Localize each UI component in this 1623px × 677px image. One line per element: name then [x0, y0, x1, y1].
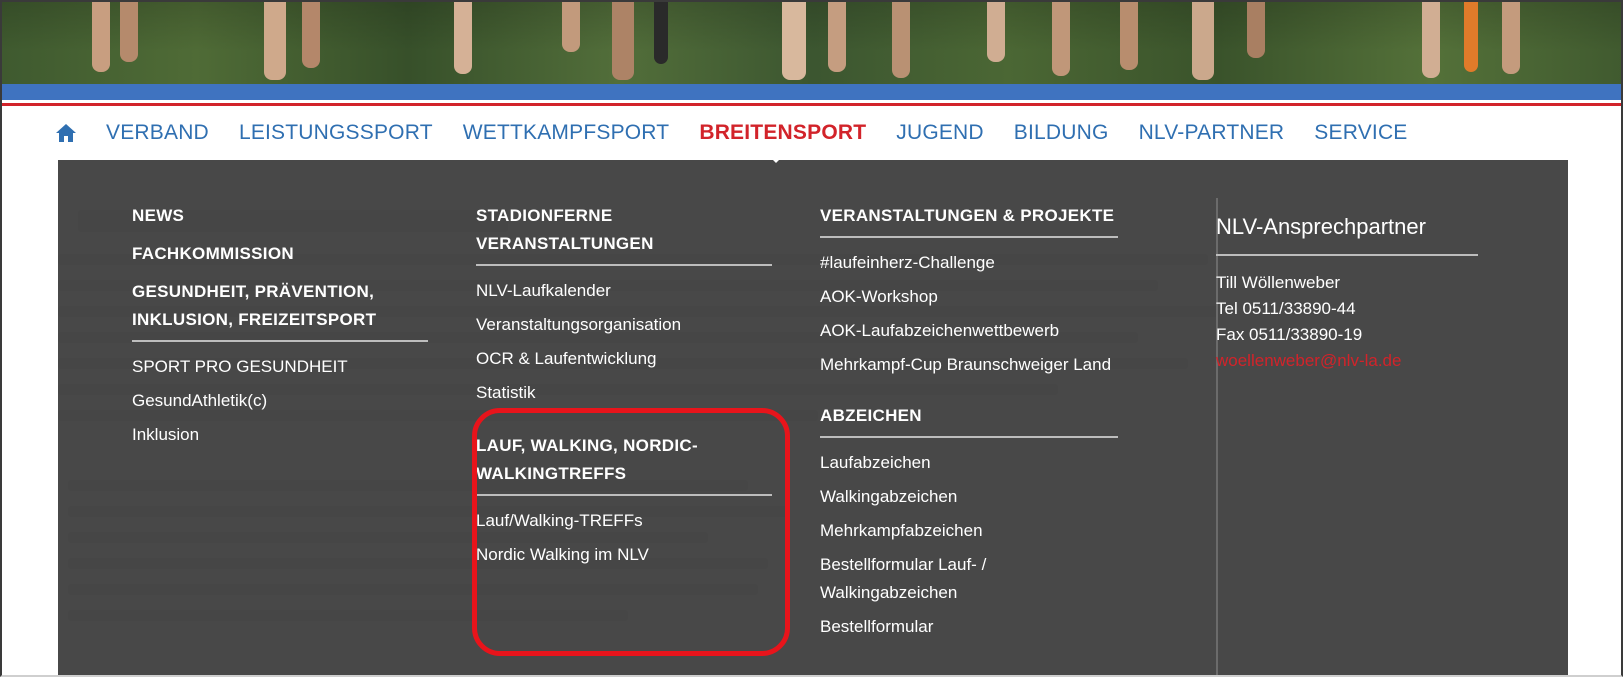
menu-head-news[interactable]: NEWS: [132, 202, 428, 230]
contact-tel: Tel 0511/33890-44: [1216, 299, 1356, 318]
menu-link-mehrkampfabzeichen[interactable]: Mehrkampfabzeichen: [820, 514, 1118, 548]
menu-link-statistik[interactable]: Statistik: [476, 376, 772, 410]
menu-link-gesundathletik[interactable]: GesundAthletik(c): [132, 384, 428, 418]
menu-link-lauf-walking-treffs[interactable]: Lauf/Walking-TREFFs: [476, 504, 772, 538]
browser-frame: VERBAND LEISTUNGSSPORT WETTKAMPFSPORT BR…: [0, 0, 1623, 677]
contact-divider: [1216, 254, 1478, 256]
menu-column-3: VERANSTALTUNGEN & PROJEKTE #laufeinherz-…: [820, 202, 1118, 644]
menu-divider: [132, 340, 428, 342]
contact-fax: Fax 0511/33890-19: [1216, 325, 1363, 344]
nav-item-nlv-partner[interactable]: NLV-PARTNER: [1139, 121, 1285, 145]
menu-link-bestellformular-lauf-walking[interactable]: Bestellformular Lauf- / Walkingabzeichen: [820, 548, 1030, 610]
nav-item-bildung[interactable]: BILDUNG: [1014, 121, 1109, 145]
breitensport-mega-menu: NEWS FACHKOMMISSION GESUNDHEIT, PRÄVENTI…: [58, 160, 1568, 675]
menu-link-inklusion[interactable]: Inklusion: [132, 418, 428, 452]
menu-link-veranstaltungsorganisation[interactable]: Veranstaltungsorganisation: [476, 308, 772, 342]
menu-link-walkingabzeichen[interactable]: Walkingabzeichen: [820, 480, 1118, 514]
menu-link-laufeinherz[interactable]: #laufeinherz-Challenge: [820, 246, 1118, 280]
menu-link-nlv-laufkalender[interactable]: NLV-Laufkalender: [476, 274, 772, 308]
header-stripe-blue: [2, 84, 1621, 100]
active-nav-caret: [767, 154, 785, 163]
hero-image: [2, 2, 1621, 84]
menu-head-stadionferne[interactable]: STADIONFERNE VERANSTALTUNGEN: [476, 202, 772, 258]
menu-link-ocr-laufentwicklung[interactable]: OCR & Laufentwicklung: [476, 342, 772, 376]
home-icon[interactable]: [54, 122, 78, 144]
nav-item-verband[interactable]: VERBAND: [106, 121, 209, 145]
menu-head-gesundheit[interactable]: GESUNDHEIT, PRÄVENTION, INKLUSION, FREIZ…: [132, 278, 428, 334]
nav-item-jugend[interactable]: JUGEND: [896, 121, 984, 145]
menu-column-2: STADIONFERNE VERANSTALTUNGEN NLV-Laufkal…: [476, 202, 772, 572]
contact-title: NLV-Ansprechpartner: [1216, 214, 1426, 239]
menu-link-mehrkampf-cup[interactable]: Mehrkampf-Cup Braunschweiger Land: [820, 348, 1118, 382]
nav-item-breitensport[interactable]: BREITENSPORT: [699, 121, 866, 145]
menu-column-1: NEWS FACHKOMMISSION GESUNDHEIT, PRÄVENTI…: [132, 202, 428, 452]
main-nav: VERBAND LEISTUNGSSPORT WETTKAMPFSPORT BR…: [2, 106, 1621, 160]
menu-divider: [476, 494, 772, 496]
menu-divider: [476, 264, 772, 266]
nav-item-leistungssport[interactable]: LEISTUNGSSPORT: [239, 121, 433, 145]
menu-head-fachkommission[interactable]: FACHKOMMISSION: [132, 240, 428, 268]
menu-head-lauf-walking[interactable]: LAUF, WALKING, NORDIC-WALKINGTREFFS: [476, 432, 772, 488]
menu-head-veranstaltungen-projekte[interactable]: VERANSTALTUNGEN & PROJEKTE: [820, 202, 1118, 230]
nav-item-wettkampfsport[interactable]: WETTKAMPFSPORT: [463, 121, 670, 145]
menu-divider: [820, 436, 1118, 438]
contact-column: NLV-Ansprechpartner Till Wöllenweber Tel…: [1216, 212, 1478, 374]
menu-link-aok-laufabzeichenwettbewerb[interactable]: AOK-Laufabzeichenwettbewerb: [820, 314, 1118, 348]
menu-link-aok-workshop[interactable]: AOK-Workshop: [820, 280, 1118, 314]
menu-divider: [820, 236, 1118, 238]
menu-link-nordic-walking[interactable]: Nordic Walking im NLV: [476, 538, 772, 572]
menu-link-laufabzeichen[interactable]: Laufabzeichen: [820, 446, 1118, 480]
contact-name: Till Wöllenweber: [1216, 273, 1341, 292]
menu-link-sport-pro-gesundheit[interactable]: SPORT PRO GESUNDHEIT: [132, 350, 428, 384]
nav-item-service[interactable]: SERVICE: [1314, 121, 1407, 145]
menu-head-abzeichen[interactable]: ABZEICHEN: [820, 402, 1118, 430]
menu-link-bestellformular[interactable]: Bestellformular: [820, 610, 1118, 644]
contact-email-link[interactable]: woellenweber@nlv-la.de: [1216, 348, 1478, 374]
